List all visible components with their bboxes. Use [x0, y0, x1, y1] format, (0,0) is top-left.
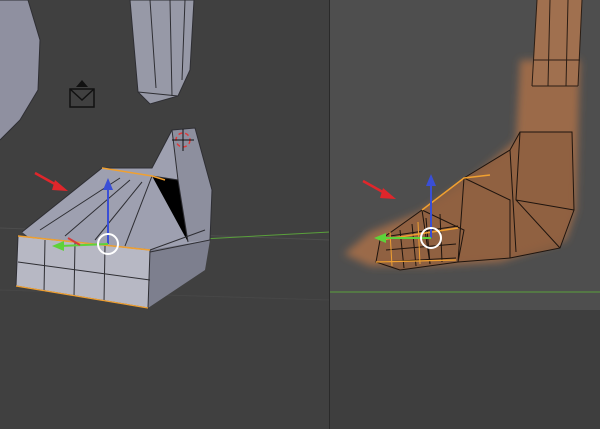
viewport-canvas-wireframe[interactable] — [330, 0, 600, 429]
lamp-icon[interactable] — [69, 80, 95, 108]
leg-mesh-wire — [532, 0, 582, 86]
foot-mesh-solid[interactable] — [15, 127, 213, 309]
annotation-arrow — [34, 171, 68, 191]
blender-split-view — [0, 0, 600, 429]
3d-viewport-solid[interactable] — [0, 0, 330, 429]
viewport-canvas-solid[interactable] — [0, 0, 330, 429]
3d-viewport-wireframe[interactable] — [330, 0, 600, 429]
